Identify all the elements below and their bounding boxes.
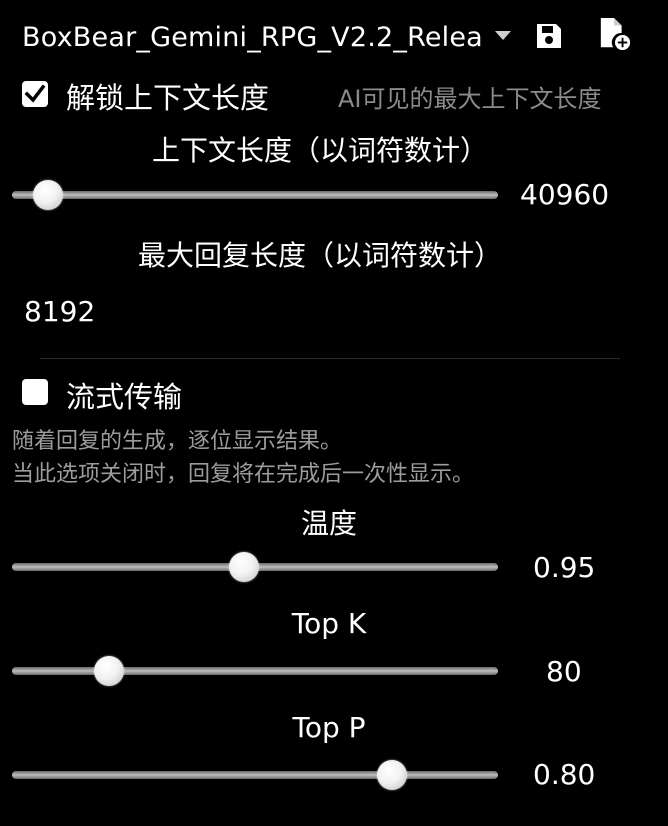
slider-track [12, 771, 498, 779]
temperature-title: 温度 [300, 507, 357, 540]
response-length-value[interactable]: 8192 [24, 295, 95, 328]
context-length-slider[interactable] [12, 175, 498, 215]
preset-select[interactable]: BoxBear_Gemini_RPG_V2.2_Relea [22, 14, 511, 60]
divider [40, 358, 620, 359]
context-length-value[interactable]: 40960 [520, 178, 609, 211]
streaming-label: 流式传输 [66, 380, 183, 414]
top-k-title: Top K [291, 607, 367, 640]
temperature-slider[interactable] [12, 547, 498, 587]
new-preset-button[interactable] [598, 16, 632, 52]
slider-thumb[interactable] [376, 760, 407, 790]
save-button[interactable] [532, 18, 566, 54]
save-icon [537, 24, 561, 48]
file-add-icon [600, 17, 631, 51]
unlock-context-label: 解锁上下文长度 [66, 81, 270, 115]
checkmark-icon [24, 84, 46, 103]
slider-thumb[interactable] [94, 656, 125, 686]
top-k-value[interactable]: 80 [546, 655, 582, 688]
caret-down-icon [494, 30, 511, 40]
slider-track [12, 667, 498, 675]
streaming-desc-line1: 随着回复的生成，逐位显示结果。 [12, 429, 343, 454]
response-length-title: 最大回复长度（以词符数计） [137, 239, 502, 272]
top-p-slider[interactable] [12, 755, 498, 795]
top-p-value[interactable]: 0.80 [533, 758, 595, 791]
top-k-slider[interactable] [12, 651, 498, 691]
preset-name: BoxBear_Gemini_RPG_V2.2_Relea [22, 21, 483, 53]
context-hint: AI可见的最大上下文长度 [338, 85, 602, 113]
streaming-desc-line2: 当此选项关闭时，回复将在完成后一次性显示。 [12, 462, 475, 487]
unlock-context-checkbox[interactable] [22, 81, 48, 107]
streaming-checkbox[interactable] [22, 379, 48, 405]
slider-thumb[interactable] [228, 552, 259, 582]
slider-track [12, 191, 498, 199]
top-p-title: Top P [292, 711, 366, 744]
temperature-value[interactable]: 0.95 [533, 551, 595, 584]
context-length-title: 上下文长度（以词符数计） [151, 134, 488, 167]
slider-thumb[interactable] [32, 180, 63, 210]
